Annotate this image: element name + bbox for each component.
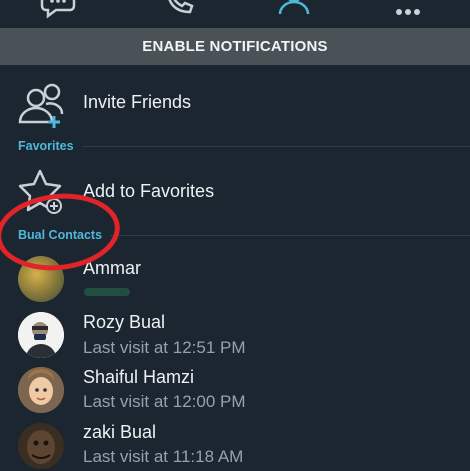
last-visit-text: Last visit at 11:18 AM	[83, 447, 244, 466]
contact-row[interactable]: Shaiful Hamzi Last visit at 12:00 PM	[0, 366, 470, 420]
chats-icon[interactable]	[40, 0, 76, 20]
avatar	[18, 312, 64, 358]
more-icon[interactable]	[390, 0, 426, 20]
favorites-divider	[82, 146, 470, 147]
avatar	[18, 423, 64, 469]
top-tab-bar	[0, 0, 470, 28]
invite-friends-row[interactable]: Invite Friends	[0, 78, 470, 130]
contact-name: Shaiful Hamzi	[83, 367, 195, 387]
contact-name: zaki Bual	[83, 422, 157, 442]
add-to-favorites-label: Add to Favorites	[83, 181, 215, 201]
bual-contacts-divider	[110, 235, 470, 236]
last-visit-text: Last visit at 12:00 PM	[83, 392, 246, 411]
invite-friends-label: Invite Friends	[83, 92, 192, 112]
enable-notifications-label: ENABLE NOTIFICATIONS	[142, 38, 328, 55]
enable-notifications-button[interactable]: ENABLE NOTIFICATIONS	[0, 28, 470, 65]
contact-name: Rozy Bual	[83, 312, 166, 332]
online-status-indicator	[84, 288, 130, 296]
contact-row[interactable]: zaki Bual Last visit at 11:18 AM	[0, 421, 470, 471]
contacts-icon[interactable]	[276, 0, 312, 20]
favorites-section-title: Favorites	[18, 139, 74, 153]
contact-row[interactable]: Rozy Bual Last visit at 12:51 PM	[0, 311, 470, 365]
avatar	[18, 367, 64, 413]
calls-icon[interactable]	[160, 0, 196, 20]
last-visit-text: Last visit at 12:51 PM	[83, 338, 246, 357]
invite-friends-icon	[18, 83, 64, 128]
